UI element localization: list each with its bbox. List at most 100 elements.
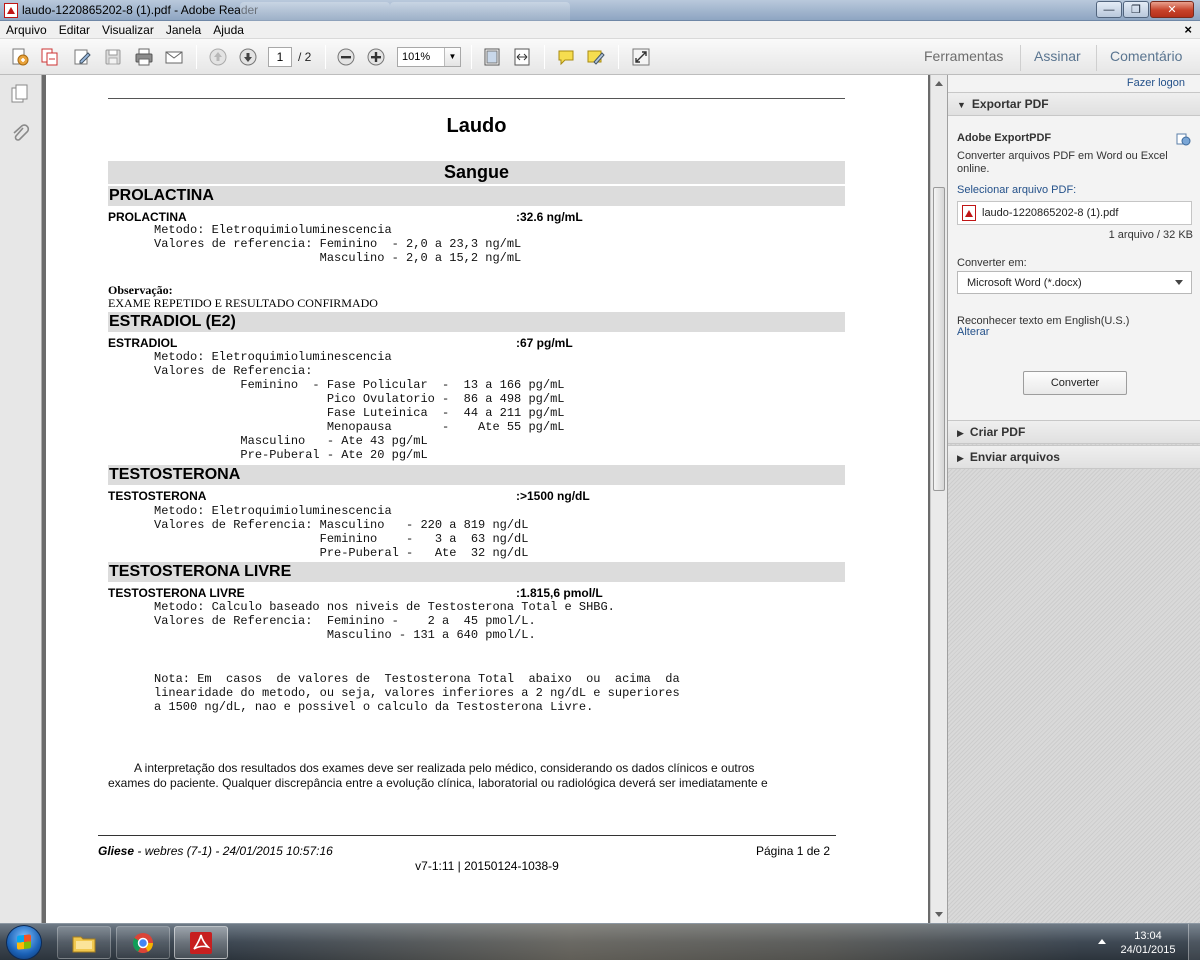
scroll-down-icon[interactable] bbox=[935, 912, 943, 917]
page-thumbnails-icon[interactable] bbox=[9, 83, 31, 105]
detail-line: Metodo: Eletroquimioluminescencia bbox=[154, 223, 392, 237]
create-pdf-icon[interactable] bbox=[10, 47, 30, 67]
detail-line: Masculino - 2,0 a 15,2 ng/mL bbox=[154, 251, 522, 265]
chevron-down-icon: ▼ bbox=[444, 48, 460, 66]
zoom-in-icon[interactable] bbox=[366, 47, 386, 67]
export-pdf-header[interactable]: ▼ Exportar PDF bbox=[948, 92, 1200, 116]
page-total: / 2 bbox=[298, 50, 312, 64]
exam-label: TESTOSTERONA bbox=[108, 489, 207, 503]
email-icon[interactable] bbox=[164, 47, 184, 67]
exam-detail: Metodo: Eletroquimioluminescencia Valores… bbox=[154, 223, 521, 265]
sign-link[interactable]: Assinar bbox=[1034, 48, 1081, 64]
print-icon[interactable] bbox=[134, 47, 154, 67]
triangle-down-icon: ▼ bbox=[957, 100, 966, 110]
previous-page-icon[interactable] bbox=[208, 47, 228, 67]
toolbar-separator bbox=[471, 45, 472, 69]
adobe-reader-icon bbox=[190, 932, 212, 954]
selected-file[interactable]: laudo-1220865202-8 (1).pdf bbox=[957, 201, 1192, 225]
convert-button[interactable]: Converter bbox=[1023, 371, 1127, 395]
footer-page-number: Página 1 de 2 bbox=[756, 844, 831, 858]
detail-line: Masculino - Ate 43 pg/mL bbox=[154, 434, 428, 448]
adobe-reader-taskbar-button[interactable] bbox=[174, 926, 228, 959]
menu-arquivo[interactable]: Arquivo bbox=[0, 21, 53, 37]
system-clock[interactable]: 13:04 24/01/2015 bbox=[1112, 929, 1184, 957]
save-icon[interactable] bbox=[103, 47, 123, 67]
ocr-change-link[interactable]: Alterar bbox=[957, 326, 989, 338]
toolbar: / 2 101% ▼ Ferramentas Assinar Comentári… bbox=[0, 39, 1200, 75]
zoom-select[interactable]: 101% ▼ bbox=[397, 47, 461, 67]
maximize-button[interactable]: ❐ bbox=[1123, 1, 1149, 18]
menu-editar[interactable]: Editar bbox=[53, 21, 96, 37]
menu-janela[interactable]: Janela bbox=[160, 21, 207, 37]
exam-value: :1.815,6 pmol/L bbox=[516, 586, 603, 600]
close-document-button[interactable]: × bbox=[1184, 22, 1192, 37]
background-tabs bbox=[240, 2, 570, 21]
chrome-taskbar-button[interactable] bbox=[116, 926, 170, 959]
explorer-taskbar-button[interactable] bbox=[57, 926, 111, 959]
fit-width-icon[interactable] bbox=[512, 47, 532, 67]
send-files-header[interactable]: ▶ Enviar arquivos bbox=[948, 445, 1200, 469]
document-viewport[interactable]: Laudo Sangue PROLACTINA PROLACTINA :32.6… bbox=[42, 75, 930, 923]
footer-brand: Gliese bbox=[98, 844, 135, 858]
section-header: Sangue bbox=[108, 161, 845, 184]
background-tab bbox=[390, 2, 570, 21]
show-desktop-button[interactable] bbox=[1188, 924, 1200, 960]
pdf-page: Laudo Sangue PROLACTINA PROLACTINA :32.6… bbox=[46, 75, 928, 923]
toolbar-separator bbox=[1020, 45, 1021, 71]
toolbar-separator bbox=[196, 45, 197, 69]
export-pdf-panel: Fazer logon ▼ Exportar PDF Adobe ExportPD… bbox=[948, 75, 1200, 420]
login-link[interactable]: Fazer logon bbox=[1127, 77, 1185, 89]
detail-line: Valores de Referencia: bbox=[154, 364, 313, 378]
menu-ajuda[interactable]: Ajuda bbox=[207, 21, 250, 37]
triangle-right-icon: ▶ bbox=[957, 428, 964, 438]
toolbar-separator bbox=[1096, 45, 1097, 71]
clock-time: 13:04 bbox=[1134, 930, 1162, 942]
toolbar-separator bbox=[325, 45, 326, 69]
next-page-icon[interactable] bbox=[238, 47, 258, 67]
detail-line: Valores de referencia: Feminino - 2,0 a … bbox=[154, 237, 522, 251]
vertical-scrollbar[interactable] bbox=[930, 75, 947, 923]
scroll-thumb[interactable] bbox=[933, 187, 945, 491]
page-number-input[interactable] bbox=[268, 47, 292, 67]
detail-line: Pre-Puberal - Ate 32 ng/dL bbox=[154, 546, 529, 560]
exam-value: :>1500 ng/dL bbox=[516, 489, 590, 503]
menu-visualizar[interactable]: Visualizar bbox=[96, 21, 160, 37]
attachments-icon[interactable] bbox=[9, 123, 31, 145]
tools-pane: Fazer logon ▼ Exportar PDF Adobe ExportPD… bbox=[947, 75, 1200, 923]
scroll-up-icon[interactable] bbox=[935, 81, 943, 86]
footer-center: v7-1:11 | 20150124-1038-9 bbox=[415, 859, 559, 873]
detail-line: Valores de Referencia: Masculino - 220 a… bbox=[154, 518, 529, 532]
exam-value: :67 pg/mL bbox=[516, 336, 573, 350]
adobe-reader-icon bbox=[4, 3, 18, 18]
zoom-out-icon[interactable] bbox=[336, 47, 356, 67]
detail-line: Valores de Referencia: Feminino - 2 a 45… bbox=[154, 614, 536, 628]
highlight-icon[interactable] bbox=[586, 47, 606, 67]
fit-page-icon[interactable] bbox=[482, 47, 502, 67]
close-button[interactable]: ✕ bbox=[1150, 1, 1194, 18]
convert-format-select[interactable]: Microsoft Word (*.docx) bbox=[957, 271, 1192, 294]
start-button[interactable] bbox=[6, 925, 42, 960]
toolbar-separator bbox=[544, 45, 545, 69]
chevron-down-icon bbox=[1175, 280, 1183, 285]
clock-date: 24/01/2015 bbox=[1120, 944, 1176, 956]
select-file-label[interactable]: Selecionar arquivo PDF: bbox=[957, 184, 1076, 196]
create-pdf-title: Criar PDF bbox=[969, 425, 1026, 439]
comment-icon[interactable] bbox=[556, 47, 576, 67]
detail-line: Feminino - Fase Policular - 13 a 166 pg/… bbox=[154, 378, 565, 392]
minimize-button[interactable]: — bbox=[1096, 1, 1122, 18]
detail-line: Pico Ovulatorio - 86 a 498 pg/mL bbox=[154, 392, 565, 406]
create-pdf-header[interactable]: ▶ Criar PDF bbox=[948, 420, 1200, 444]
exam-label: ESTRADIOL bbox=[108, 336, 178, 350]
cloud-export-icon bbox=[1175, 131, 1191, 147]
tools-link[interactable]: Ferramentas bbox=[924, 48, 1003, 64]
divider bbox=[108, 98, 845, 99]
observation-text: EXAME REPETIDO E RESULTADO CONFIRMADO bbox=[108, 296, 378, 310]
tray-expand-icon[interactable] bbox=[1098, 939, 1106, 944]
full-screen-icon[interactable] bbox=[631, 47, 651, 67]
detail-line: Menopausa - Ate 55 pg/mL bbox=[154, 420, 565, 434]
combine-files-icon[interactable] bbox=[40, 47, 60, 67]
comment-link[interactable]: Comentário bbox=[1110, 48, 1182, 64]
toolbar-separator bbox=[618, 45, 619, 69]
edit-icon[interactable] bbox=[72, 47, 92, 67]
detail-line: Metodo: Calculo baseado nos niveis de Te… bbox=[154, 600, 615, 614]
